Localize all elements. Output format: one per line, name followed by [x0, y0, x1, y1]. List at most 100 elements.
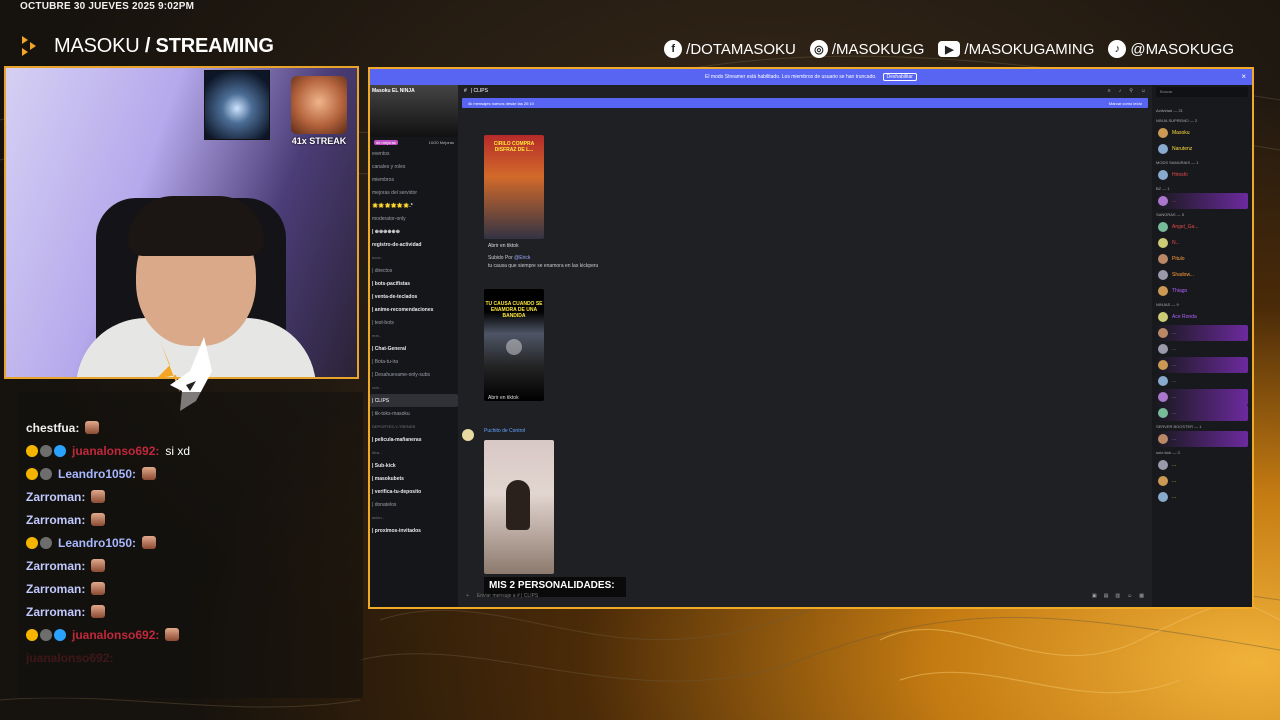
search-input[interactable]: Buscar — [1156, 87, 1248, 97]
uploader-mention[interactable]: @Erick — [514, 255, 530, 261]
gift-icon[interactable]: ▣ — [1092, 593, 1097, 599]
social-link[interactable]: ♪ @MASOKUGG — [1108, 40, 1234, 58]
channel-item[interactable]: | Desahuevame-only-subs — [370, 368, 458, 381]
channel-item[interactable]: | pelicula-mañaneras — [370, 433, 458, 446]
channel-list: eventos canales y roles miembros mejoras de… — [370, 147, 458, 537]
chat-username[interactable]: Zarroman: — [26, 490, 85, 504]
channel-item[interactable]: moderator-only — [370, 212, 458, 225]
member-item[interactable]: ... — [1156, 405, 1248, 421]
channel-item[interactable]: | masokubets — [370, 472, 458, 485]
pin-icon[interactable]: ⚲ — [1129, 88, 1133, 94]
member-item[interactable]: ... — [1156, 431, 1248, 447]
chat-username[interactable]: chestfua: — [26, 421, 79, 435]
social-link[interactable]: ◎/MASOKUGG — [809, 40, 924, 58]
video-embed[interactable] — [484, 440, 554, 574]
member-item[interactable]: Thiago — [1156, 283, 1248, 299]
channel-item[interactable]: | bots-pacifistas — [370, 277, 458, 290]
tiktok-embed-1[interactable]: CIRILO COMPRA DISFRAZ DE L... — [484, 135, 544, 239]
sticker-icon[interactable]: ▥ — [1115, 593, 1120, 599]
member-item[interactable]: ... — [1156, 341, 1248, 357]
channel-item[interactable]: | CLIPS — [370, 394, 458, 407]
badge-icon — [40, 444, 52, 457]
member-group-header: NINJAS — 9 — [1156, 301, 1179, 307]
members-icon[interactable]: ☺ — [1141, 88, 1146, 94]
member-item[interactable]: Shadow... — [1156, 267, 1248, 283]
channel-item[interactable]: | Chat-General — [370, 342, 458, 355]
open-tiktok-link-1[interactable]: Abrir en tiktok — [488, 243, 519, 249]
channel-item[interactable]: | anime-recomendaciones — [370, 303, 458, 316]
member-item[interactable]: ... — [1156, 473, 1248, 489]
member-item[interactable]: Masoku — [1156, 125, 1248, 141]
channel-item[interactable]: | donatelos — [370, 498, 458, 511]
upload-meta: Subido Por @Erick — [488, 255, 530, 261]
member-item[interactable]: N... — [1156, 235, 1248, 251]
threads-icon[interactable]: ≡ — [1108, 88, 1111, 94]
member-item[interactable]: Hiroshi — [1156, 167, 1248, 183]
message-input[interactable]: Enviar mensaje a # | CLIPS — [477, 593, 538, 599]
new-messages-bar[interactable]: 4k mensajes nuevos desde las 20:10 Marca… — [462, 98, 1148, 108]
member-item[interactable]: ... — [1156, 373, 1248, 389]
member-item[interactable]: Angel_Ga... — [1156, 219, 1248, 235]
channel-item[interactable]: | test-bots — [370, 316, 458, 329]
server-banner[interactable]: Masoku EL NINJA — [370, 85, 458, 137]
member-item[interactable]: Ace Ronda — [1156, 309, 1248, 325]
channel-category[interactable]: ecos - — [370, 251, 458, 264]
channel-item[interactable]: | verifica-tu-deposito — [370, 485, 458, 498]
member-item[interactable]: ... — [1156, 489, 1248, 505]
chat-username[interactable]: juanalonso692: — [72, 444, 159, 458]
disable-streamer-mode-button[interactable]: Deshabilitar — [882, 73, 917, 81]
mark-read-button[interactable]: Marcar como leído — [1109, 101, 1142, 106]
boost-progress[interactable]: de mejoras 10/20 Mejoras — [370, 137, 458, 147]
channel-item[interactable]: registro-de-actividad — [370, 238, 458, 251]
avatar[interactable] — [462, 429, 474, 441]
apps-icon[interactable]: ▦ — [1139, 593, 1144, 599]
open-tiktok-link-2[interactable]: Abrir en tiktok — [488, 395, 519, 401]
channel-item[interactable]: | venta-de-teclados — [370, 290, 458, 303]
member-item[interactable]: ... — [1156, 325, 1248, 341]
channel-item[interactable]: canales y roles — [370, 160, 458, 173]
play-icon[interactable] — [506, 339, 522, 355]
channel-item[interactable]: | ⊕⊕⊕⊕⊕⊕ — [370, 225, 458, 238]
member-item[interactable]: ... — [1156, 193, 1248, 209]
channel-item[interactable]: mejoras del servidor — [370, 186, 458, 199]
channel-category[interactable]: ifica - — [370, 446, 458, 459]
social-link[interactable]: ▶/MASOKUGAMING — [938, 41, 1094, 58]
member-name: ... — [1172, 378, 1177, 384]
gif-icon[interactable]: ▤ — [1104, 593, 1109, 599]
bell-icon[interactable]: ♪ — [1119, 88, 1122, 94]
tiktok-embed-2[interactable]: TU CAUSA CUANDO SE ENAMORA DE UNA BANDID… — [484, 289, 544, 401]
member-item[interactable]: ... — [1156, 357, 1248, 373]
chat-username[interactable]: Zarroman: — [26, 559, 85, 573]
channel-item[interactable]: | Bota-tu-ira — [370, 355, 458, 368]
channel-title: | CLIPS — [470, 88, 488, 94]
message-composer[interactable]: + Enviar mensaje a # | CLIPS ▣ ▤ ▥ ☺ ▦ — [458, 587, 1152, 605]
channel-category[interactable]: DEPORTES-Y-TRENDS — [370, 420, 458, 433]
chat-username[interactable]: Zarroman: — [26, 605, 85, 619]
member-item[interactable]: Narutenz — [1156, 141, 1248, 157]
channel-item[interactable]: | proximos-invitados — [370, 524, 458, 537]
member-item[interactable]: ... — [1156, 457, 1248, 473]
channel-category[interactable]: ación - — [370, 511, 458, 524]
message-author[interactable]: Puchito de Control — [484, 428, 525, 434]
chat-username[interactable]: Leandro1050: — [58, 467, 136, 481]
emoji-icon[interactable]: ☺ — [1127, 593, 1132, 599]
channel-category[interactable]: eral - — [370, 329, 458, 342]
chat-username[interactable]: juanalonso692: — [72, 628, 159, 642]
channel-item[interactable]: miembros — [370, 173, 458, 186]
channel-category[interactable]: ccio - — [370, 381, 458, 394]
chat-username[interactable]: Zarroman: — [26, 582, 85, 596]
channel-item[interactable]: | directos — [370, 264, 458, 277]
chat-username[interactable]: Leandro1050: — [58, 536, 136, 550]
channel-item[interactable]: eventos — [370, 147, 458, 160]
channel-item[interactable]: 🌟🌟🌟🌟🌟🌟.* — [370, 199, 458, 212]
chat-username[interactable]: Zarroman: — [26, 513, 85, 527]
channel-item[interactable]: | Sub-kick — [370, 459, 458, 472]
close-icon[interactable]: × — [1241, 72, 1246, 81]
add-attachment-icon[interactable]: + — [466, 593, 469, 599]
member-groups: NINJA SUPREMO — 2 Masoku Narutenz MODS SAMU… — [1156, 115, 1248, 505]
social-link[interactable]: f/DOTAMASOKU — [664, 40, 796, 58]
member-group-header: NINJA SUPREMO — 2 — [1156, 117, 1198, 123]
member-item[interactable]: ... — [1156, 389, 1248, 405]
member-item[interactable]: Pitulo — [1156, 251, 1248, 267]
channel-item[interactable]: | tik-toks-masoku — [370, 407, 458, 420]
